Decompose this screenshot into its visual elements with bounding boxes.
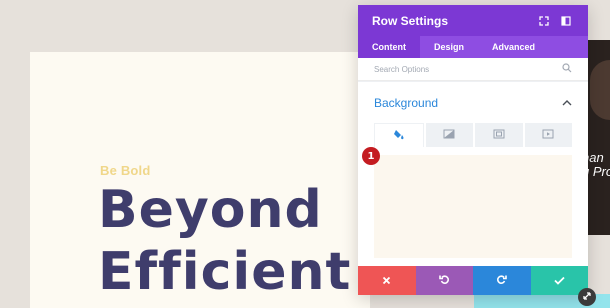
resize-arrows-icon [582,288,592,306]
gradient-icon [443,126,455,144]
search-input[interactable] [374,64,562,74]
undo-button[interactable] [415,266,473,295]
chevron-up-icon[interactable] [562,94,572,112]
bg-tab-video[interactable] [524,123,572,147]
callout-number-badge: 1 [362,147,380,165]
redo-button[interactable] [473,266,531,295]
bg-tab-color[interactable] [374,123,424,147]
search-icon[interactable] [562,60,572,78]
background-type-tabs [374,123,572,147]
tab-design[interactable]: Design [420,36,478,58]
expand-icon[interactable] [536,13,552,29]
bg-tab-image[interactable] [475,123,523,147]
hero-heading-line2: Efficient [98,242,352,302]
resize-handle[interactable] [578,288,596,306]
background-section-toggle[interactable]: Background [358,81,588,123]
modal-header: Row Settings [358,5,588,36]
tab-content[interactable]: Content [358,36,420,58]
background-color-panel[interactable] [374,155,572,258]
modal-body: Background [358,81,588,266]
checkmark-icon [554,272,565,290]
search-row [358,58,588,81]
modal-title: Row Settings [372,13,449,28]
image-icon [493,126,505,144]
bg-tab-gradient[interactable] [425,123,473,147]
modal-tabs: Content Design Advanced [358,36,588,58]
video-icon [542,126,554,144]
sidebar-toggle-icon[interactable] [558,13,574,29]
section-title: Background [374,95,439,110]
hero-heading-line1: Beyond [98,180,323,240]
row-settings-modal: Row Settings Content Design Advanced Bac… [358,5,588,295]
close-icon [382,272,391,290]
hero-photo [588,40,610,235]
action-bar [358,266,588,295]
cancel-button[interactable] [358,266,416,295]
eyebrow-text: Be Bold [100,163,151,178]
redo-icon [496,272,508,290]
paint-bucket-icon [393,127,405,145]
undo-icon [438,272,450,290]
tab-advanced[interactable]: Advanced [478,36,549,58]
